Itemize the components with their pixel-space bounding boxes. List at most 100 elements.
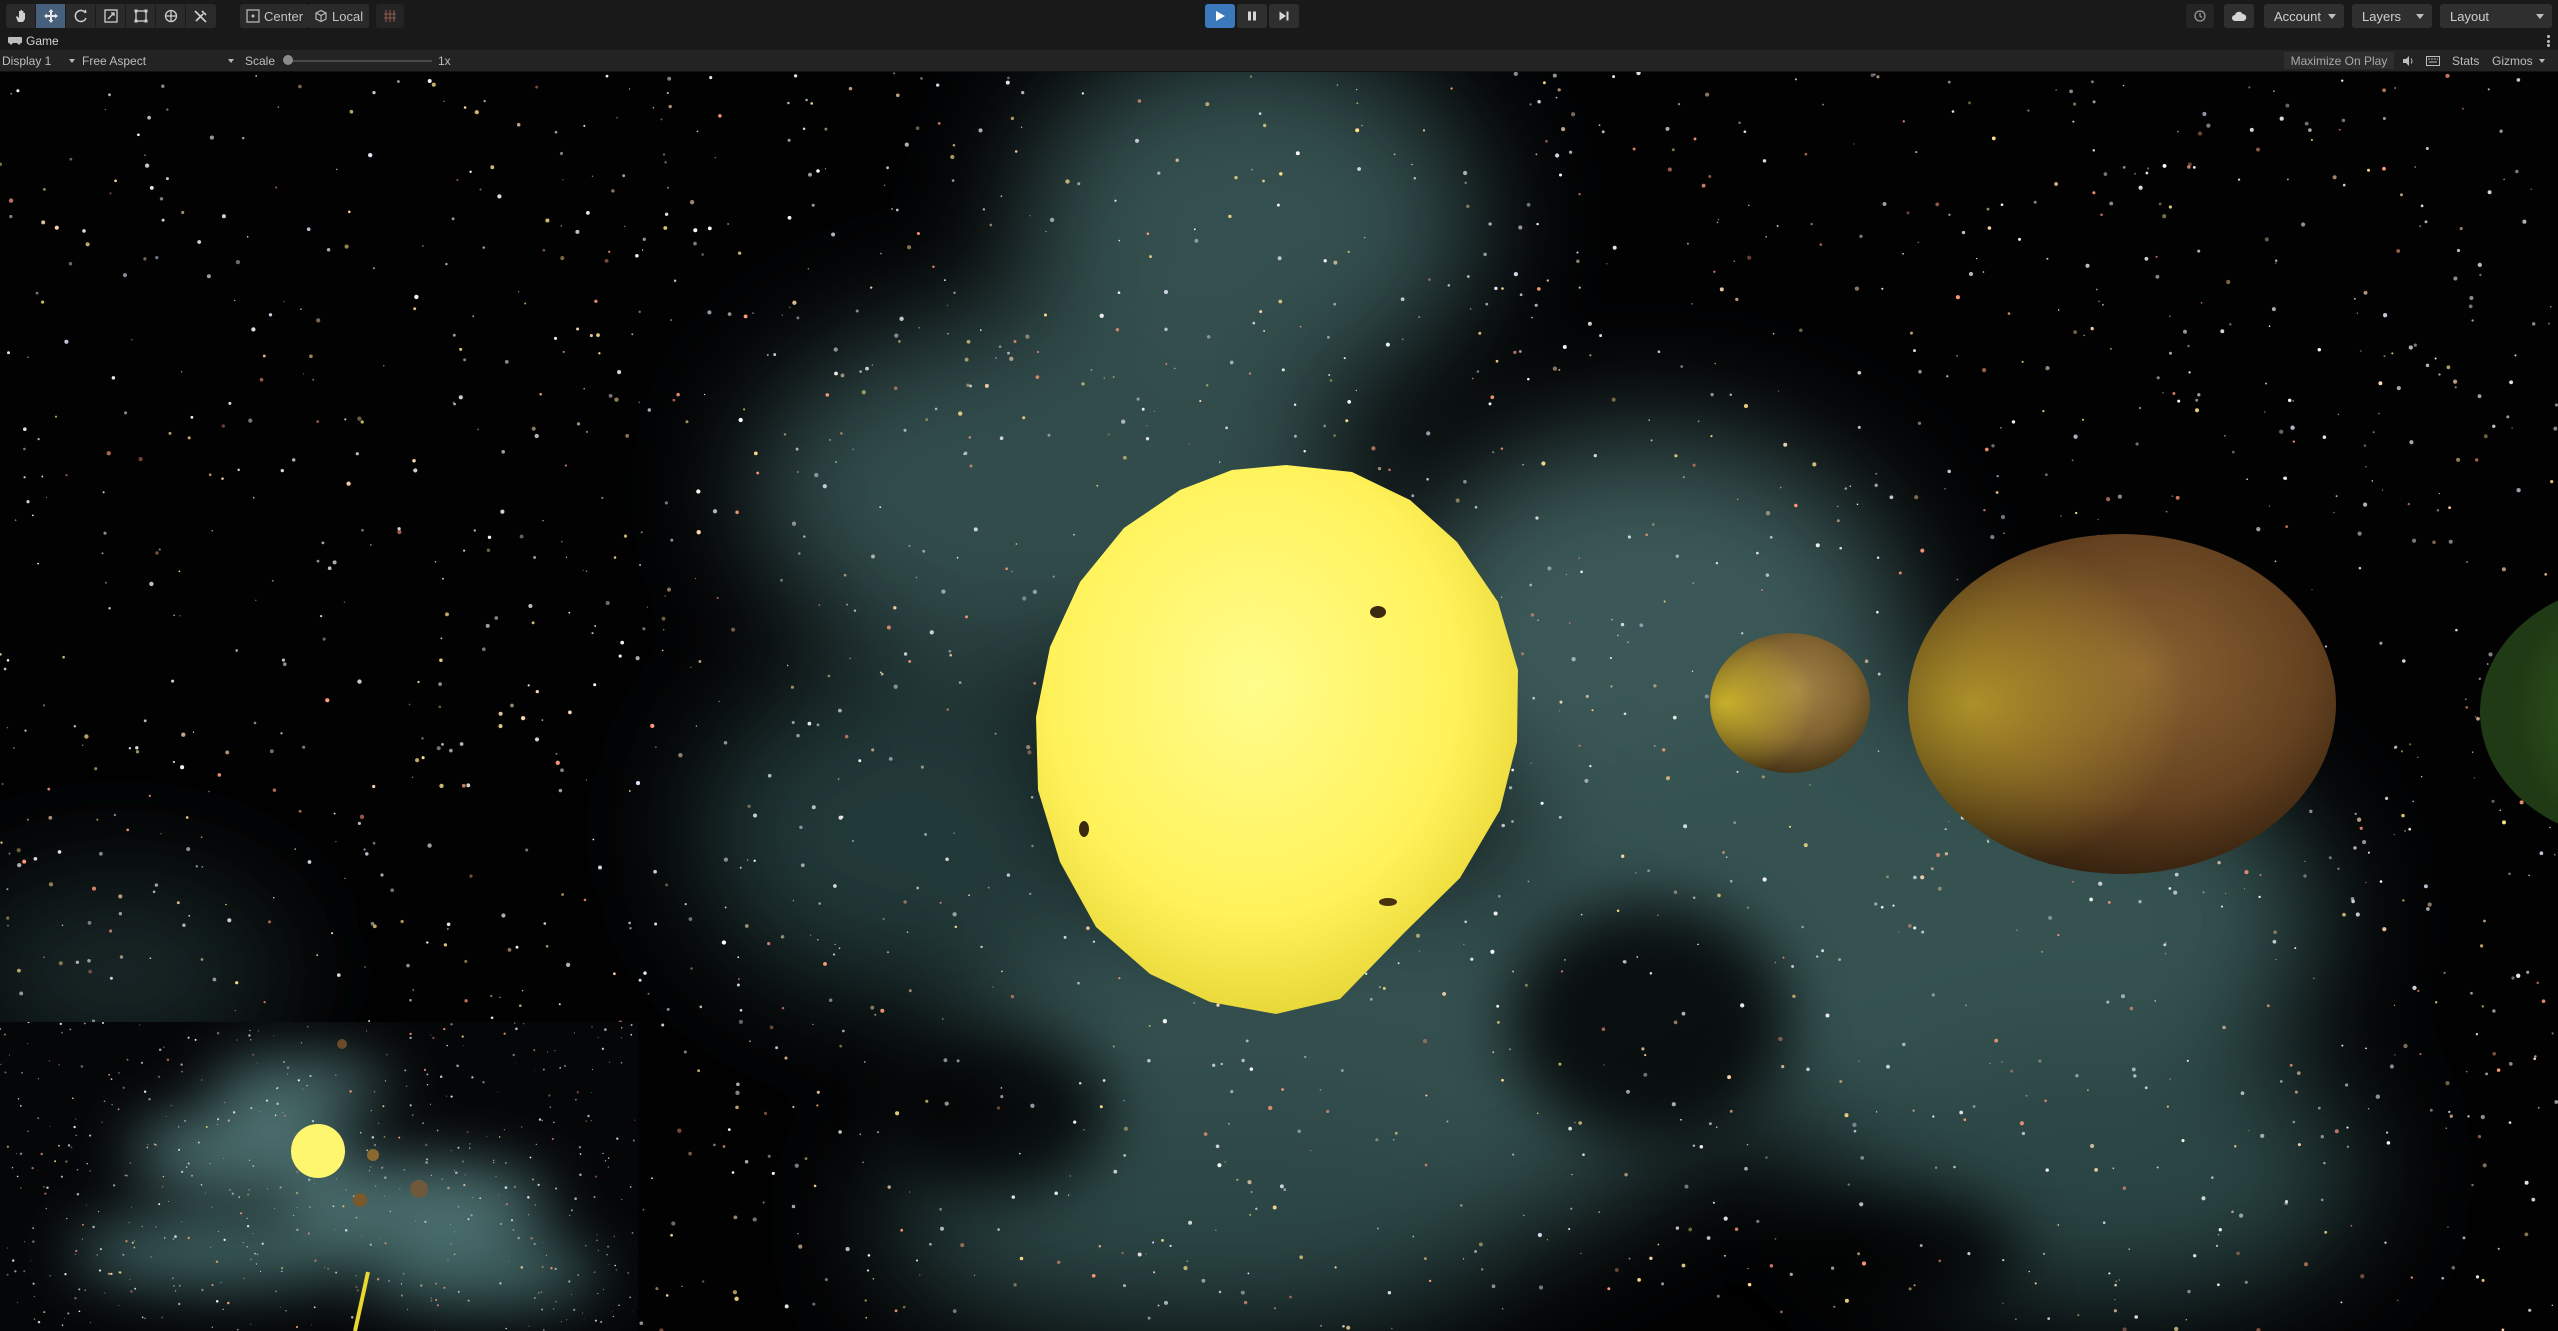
maximize-on-play-toggle[interactable]: Maximize On Play: [2284, 52, 2394, 69]
star: [664, 212, 669, 216]
star: [441, 577, 444, 580]
star: [1558, 173, 1563, 177]
cloud-services-button[interactable]: [2224, 4, 2254, 28]
star: [1648, 419, 1650, 421]
star: [1898, 931, 1900, 933]
star: [1991, 444, 1995, 448]
star: [1098, 1244, 1102, 1248]
star: [43, 956, 45, 958]
step-button[interactable]: [1269, 4, 1299, 28]
star: [1230, 1090, 1234, 1094]
star: [789, 306, 791, 309]
star: [2340, 1301, 2343, 1304]
star: [413, 468, 418, 473]
star: [631, 333, 634, 336]
move-tool-button[interactable]: [36, 4, 66, 28]
custom-tool-button[interactable]: [186, 4, 216, 28]
star: [541, 1308, 544, 1311]
hand-tool-button[interactable]: [6, 4, 36, 28]
star: [2497, 1247, 2500, 1250]
star: [1580, 913, 1583, 916]
star: [69, 1028, 72, 1031]
star: [550, 1267, 553, 1270]
gizmos-dropdown[interactable]: Gizmos: [2492, 50, 2545, 71]
star: [528, 1214, 530, 1216]
gizmos-label: Gizmos: [2492, 53, 2533, 68]
keyboard-shortcuts-button[interactable]: [2426, 50, 2440, 71]
rect-tool-button[interactable]: [126, 4, 156, 28]
pivot-mode-toggle[interactable]: Center: [240, 4, 310, 28]
local-rotation-icon: [315, 9, 327, 23]
star: [1535, 516, 1539, 520]
star: [534, 737, 540, 742]
rotate-tool-button[interactable]: [66, 4, 96, 28]
star: [118, 1304, 120, 1306]
star: [2384, 1241, 2387, 1244]
star: [629, 1186, 632, 1188]
star: [1426, 477, 1429, 481]
star: [108, 1073, 111, 1076]
star: [1474, 505, 1478, 509]
star: [2362, 502, 2368, 507]
transform-tool-button[interactable]: [156, 4, 186, 28]
star: [2502, 820, 2506, 825]
star: [964, 615, 969, 619]
star: [1249, 1213, 1252, 1216]
layers-dropdown[interactable]: Layers: [2352, 4, 2432, 28]
grid-snapping-button[interactable]: [376, 4, 404, 28]
star: [665, 883, 669, 887]
star: [161, 1316, 164, 1319]
aspect-dropdown[interactable]: Free Aspect: [82, 50, 234, 71]
star: [110, 1272, 113, 1276]
star: [1560, 970, 1564, 973]
star: [413, 307, 417, 311]
star: [470, 1214, 473, 1217]
star: [27, 1022, 30, 1024]
star: [528, 1325, 530, 1327]
star: [2113, 1309, 2117, 1313]
star: [123, 273, 127, 278]
collab-history-button[interactable]: [2186, 4, 2214, 28]
star: [2386, 1131, 2389, 1134]
scale-slider-track[interactable]: [284, 60, 432, 62]
layout-dropdown[interactable]: Layout: [2440, 4, 2552, 28]
star: [1056, 1260, 1061, 1265]
scale-slider-handle[interactable]: [283, 55, 293, 65]
star: [807, 721, 812, 726]
account-dropdown[interactable]: Account: [2264, 4, 2344, 28]
stats-toggle[interactable]: Stats: [2452, 50, 2479, 71]
star: [1830, 1266, 1835, 1270]
star: [74, 1253, 77, 1256]
star: [1220, 1062, 1223, 1066]
star: [81, 1238, 84, 1240]
game-viewport[interactable]: [0, 72, 2558, 1331]
star: [1470, 957, 1474, 961]
star: [512, 1229, 515, 1231]
star: [1986, 839, 1989, 842]
star: [389, 1210, 391, 1212]
star: [945, 857, 949, 862]
star: [2478, 677, 2482, 681]
star: [23, 1241, 25, 1243]
star: [900, 1228, 904, 1232]
display-dropdown[interactable]: Display 1: [2, 50, 76, 71]
tab-game[interactable]: Game: [2, 32, 65, 50]
star: [1500, 596, 1503, 598]
play-button[interactable]: [1205, 4, 1235, 28]
star: [1530, 762, 1532, 764]
mute-audio-button[interactable]: [2402, 50, 2414, 71]
pivot-rotation-toggle[interactable]: Local: [308, 4, 370, 28]
star: [463, 106, 467, 109]
pause-button[interactable]: [1237, 4, 1267, 28]
star: [1663, 600, 1666, 603]
star: [802, 127, 806, 131]
star: [1578, 1121, 1583, 1125]
tab-options-icon[interactable]: [2547, 35, 2550, 47]
star: [27, 1043, 29, 1045]
star: [891, 208, 894, 210]
star: [221, 214, 226, 219]
star: [1791, 964, 1795, 968]
star: [2047, 1317, 2051, 1320]
star: [569, 1214, 571, 1216]
scale-tool-button[interactable]: [96, 4, 126, 28]
